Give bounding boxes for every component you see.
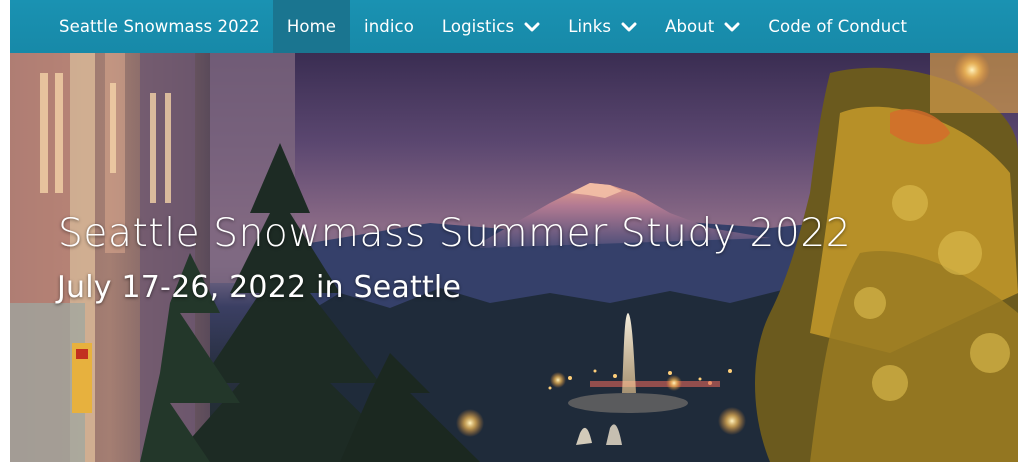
navbar-brand-label: Seattle Snowmass 2022 bbox=[59, 17, 260, 36]
nav-item-label: indico bbox=[364, 17, 414, 36]
nav-item-label: About bbox=[665, 17, 715, 36]
hero-background-image bbox=[10, 53, 1018, 462]
page-frame: Seattle Snowmass 2022 Home indico Logist… bbox=[10, 0, 1018, 462]
nav-item-code-of-conduct[interactable]: Code of Conduct bbox=[754, 0, 921, 53]
hero-banner: Seattle Snowmass Summer Study 2022 July … bbox=[10, 53, 1018, 462]
hero-subtitle: July 17-26, 2022 in Seattle bbox=[57, 270, 462, 305]
nav-item-logistics[interactable]: Logistics bbox=[428, 0, 554, 53]
nav-item-label: Logistics bbox=[441, 17, 515, 36]
chevron-down-icon bbox=[621, 21, 637, 33]
chevron-down-icon bbox=[724, 21, 740, 33]
nav-item-label: Code of Conduct bbox=[768, 17, 908, 36]
chevron-down-icon bbox=[524, 21, 540, 33]
nav-item-home[interactable]: Home bbox=[272, 0, 351, 53]
hero-title: Seattle Snowmass Summer Study 2022 bbox=[58, 211, 852, 256]
nav-item-about[interactable]: About bbox=[651, 0, 754, 53]
nav-item-label: Home bbox=[286, 17, 337, 36]
nav-item-label: Links bbox=[568, 17, 612, 36]
navbar: Seattle Snowmass 2022 Home indico Logist… bbox=[10, 0, 1018, 53]
nav-item-indico[interactable]: indico bbox=[350, 0, 428, 53]
nav-item-links[interactable]: Links bbox=[554, 0, 651, 53]
navbar-brand[interactable]: Seattle Snowmass 2022 bbox=[10, 0, 273, 53]
